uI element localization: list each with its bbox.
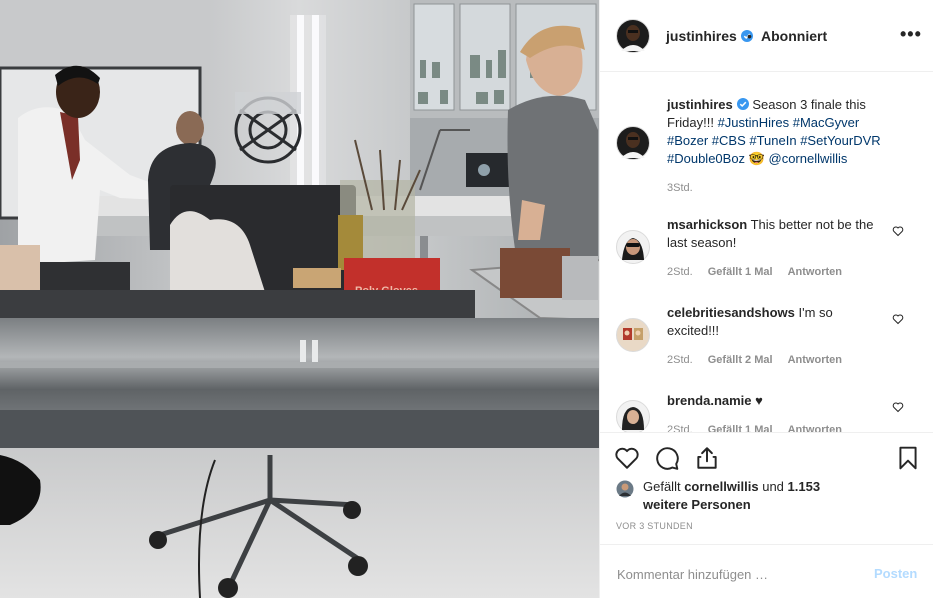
commenter-avatar[interactable] xyxy=(616,400,650,432)
caption-mention[interactable]: @cornellwillis xyxy=(769,151,848,166)
reply-button[interactable]: Antworten xyxy=(788,266,842,278)
post-timestamp[interactable]: VOR 3 STUNDEN xyxy=(616,521,693,531)
caption-time[interactable]: 3Std. xyxy=(667,182,693,194)
likes-text: Gefällt cornellwillis und 1.153 weitere … xyxy=(643,478,843,514)
post-header: justinhires • Abonniert ••• xyxy=(600,0,933,72)
comment-text: celebritiesandshows I'm so excited!!! xyxy=(667,304,887,340)
caption-emoji: 🤓 xyxy=(748,151,765,166)
reply-button[interactable]: Antworten xyxy=(788,354,842,366)
post-actions-bar xyxy=(600,432,933,483)
likes-middle: und xyxy=(758,479,788,494)
caption-username[interactable]: justinhires xyxy=(667,97,733,112)
caption: justinhires Season 3 finale this Friday!… xyxy=(616,94,916,194)
comment-meta: 2Std. Gefällt 2 Mal Antworten xyxy=(667,354,854,366)
follow-status-button[interactable]: Abonniert xyxy=(761,28,827,44)
comment-icon[interactable] xyxy=(654,445,680,471)
heart-icon[interactable] xyxy=(892,401,904,413)
comment-time[interactable]: 2Std. xyxy=(667,424,693,432)
comment-meta: 2Std. Gefällt 1 Mal Antworten xyxy=(667,424,854,432)
author-avatar[interactable] xyxy=(616,19,650,53)
comment-item: celebritiesandshows I'm so excited!!! 2S… xyxy=(616,304,916,370)
author-username[interactable]: justinhires xyxy=(666,28,753,44)
liker-username[interactable]: cornellwillis xyxy=(684,479,758,494)
caption-avatar[interactable] xyxy=(616,126,650,160)
verified-badge-icon xyxy=(736,98,749,110)
likes-summary: Gefällt cornellwillis und 1.153 weitere … xyxy=(616,478,916,518)
comment-likes[interactable]: Gefällt 1 Mal xyxy=(708,266,773,278)
likes-prefix: Gefällt xyxy=(643,479,685,494)
share-icon[interactable] xyxy=(694,445,720,471)
heart-icon[interactable] xyxy=(614,445,640,471)
comment-text: brenda.namie ♥ xyxy=(667,392,887,410)
post-sidebar: justinhires • Abonniert ••• justinhires … xyxy=(599,0,933,598)
post-comment-button[interactable]: Posten xyxy=(874,566,917,581)
commenter-avatar[interactable] xyxy=(616,230,650,264)
instagram-post: Poly Gloves xyxy=(0,0,933,598)
comment-item: brenda.namie ♥ 2Std. Gefällt 1 Mal Antwo… xyxy=(616,392,916,432)
comment-item: msarhickson This better not be the last … xyxy=(616,216,916,282)
comment-meta: 2Std. Gefällt 1 Mal Antworten xyxy=(667,266,854,278)
add-comment-section: Posten xyxy=(600,544,933,599)
comment-text: msarhickson This better not be the last … xyxy=(667,216,887,252)
heart-icon[interactable] xyxy=(892,225,904,237)
comment-likes[interactable]: Gefällt 2 Mal xyxy=(708,354,773,366)
reply-button[interactable]: Antworten xyxy=(788,424,842,432)
bookmark-icon[interactable] xyxy=(895,445,921,471)
comments-list: justinhires Season 3 finale this Friday!… xyxy=(600,72,933,432)
liker-avatar[interactable] xyxy=(616,480,634,498)
heart-icon[interactable] xyxy=(892,313,904,325)
more-options-icon[interactable]: ••• xyxy=(900,24,922,45)
comment-username[interactable]: brenda.namie xyxy=(667,393,752,408)
comment-input[interactable] xyxy=(615,563,849,585)
caption-meta: 3Std. xyxy=(667,182,705,194)
lab-scene-image: Poly Gloves xyxy=(0,0,599,598)
header-separator: • xyxy=(747,28,752,44)
comment-likes[interactable]: Gefällt 1 Mal xyxy=(708,424,773,432)
post-photo[interactable]: Poly Gloves xyxy=(0,0,599,598)
comment-username[interactable]: celebritiesandshows xyxy=(667,305,795,320)
comment-time[interactable]: 2Std. xyxy=(667,354,693,366)
comment-username[interactable]: msarhickson xyxy=(667,217,747,232)
caption-text: justinhires Season 3 finale this Friday!… xyxy=(667,96,887,168)
comment-body: ♥ xyxy=(755,393,763,408)
author-username-text[interactable]: justinhires xyxy=(666,28,737,44)
commenter-avatar[interactable] xyxy=(616,318,650,352)
comment-time[interactable]: 2Std. xyxy=(667,266,693,278)
